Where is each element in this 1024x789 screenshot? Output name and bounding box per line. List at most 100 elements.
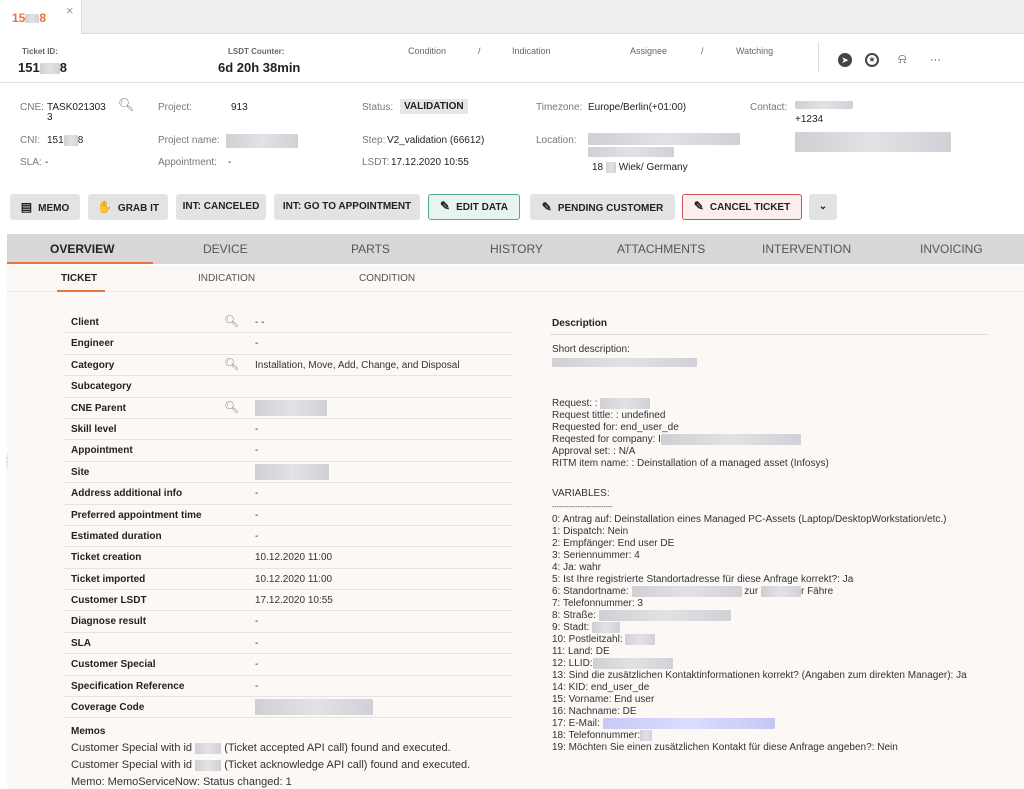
pencil-icon: ✎ [693,199,704,213]
contact-name [795,101,853,109]
star-icon[interactable]: ★ [865,53,879,67]
memo-button[interactable]: ▤ MEMO [10,194,80,220]
timezone-label: Timezone: [536,102,583,113]
desc-line: 5: Ist Ihre registrierte Standortadresse… [552,574,854,585]
lsdt-label: LSDT: [362,157,390,168]
tab-parts[interactable]: PARTS [351,242,390,256]
more-icon[interactable]: ··· [930,54,941,66]
subtab-ticket[interactable]: TICKET [61,273,97,284]
detail-row-customer-special: Customer Special - [64,654,512,676]
tab-device[interactable]: DEVICE [203,242,248,256]
indication-link[interactable]: Indication [512,46,551,56]
desc-line: 11: Land: DE [552,646,610,657]
desc-line: 1: Dispatch: Nein [552,526,629,537]
bell-icon[interactable]: ⍾ [898,51,907,67]
chevron-down-icon: ⌄ [818,201,828,212]
detail-row-ticket-imported: Ticket imported 10.12.2020 11:00 [64,569,512,591]
cne-label: CNE: [20,102,44,113]
detail-row-customer-lsdt: Customer LSDT 17.12.2020 10:55 [64,590,512,612]
desc-line: Request tittle: : undefined [552,410,666,421]
detail-row-coverage-code: Coverage Code [64,697,512,719]
timezone-value: Europe/Berlin(+01:00) [588,102,687,113]
short-description-label: Short description: [552,344,630,355]
watching-link[interactable]: Watching [736,46,773,56]
divider [550,334,988,335]
lsdt-counter-label: LSDT Counter: [228,47,285,56]
detail-row-skill-level: Skill level - [64,419,512,441]
pencil-icon: ✎ [440,199,451,213]
tab-attachments[interactable]: ATTACHMENTS [617,242,705,256]
pending-customer-button[interactable]: ✎ PENDING CUSTOMER [530,194,675,220]
detail-row-site: Site [64,462,512,484]
desc-line: 14: KID: end_user_de [552,682,650,693]
location-label: Location: [536,135,577,146]
desc-line: 12: LLID: [552,658,673,669]
edit-data-button[interactable]: ✎ EDIT DATA [428,194,520,220]
pencil-icon: ✎ [541,200,552,214]
detail-row-client: Client 🔍︎ - - [64,312,512,334]
search-icon[interactable]: 🔍︎ [224,357,239,371]
search-icon[interactable]: 🔍︎ [224,400,239,414]
step-value: V2_validation (66612) [387,135,485,146]
search-icon[interactable]: 🔍︎ [118,97,135,113]
desc-line: 16: Nachname: DE [552,706,637,717]
lsdt-counter-value: 6d 20h 38min [218,60,301,75]
desc-line: 9: Stadt: [552,622,621,633]
cni-value: 151 8 [47,135,84,147]
detail-row-ticket-creation: Ticket creation 10.12.2020 11:00 [64,547,512,569]
detail-row-subcategory: Subcategory [64,376,512,398]
detail-row-spec-reference: Specification Reference - [64,676,512,698]
play-icon[interactable]: ➤ [838,53,852,67]
tab-intervention[interactable]: INTERVENTION [762,242,851,256]
main-tabs: OVERVIEW DEVICE PARTS HISTORY ATTACHMENT… [7,234,1024,264]
detail-row-engineer: Engineer - [64,333,512,355]
desc-line: 17: E-Mail: [552,718,775,729]
cne-value[interactable]: TASK021303 [47,102,106,113]
ticket-details-table: Client 🔍︎ - - Engineer - Category 🔍︎ Installa… [64,312,512,719]
cancel-ticket-button[interactable]: ✎ CANCEL TICKET [682,194,802,220]
step-label: Step: [362,135,386,146]
tab-overview[interactable]: OVERVIEW [50,242,114,256]
int-canceled-button[interactable]: INT: CANCELED [176,194,266,220]
project-name-label: Project name: [158,135,220,146]
subtab-indication[interactable]: INDICATION [198,273,255,284]
search-icon[interactable]: 🔍︎ [224,314,239,328]
desc-line: 10: Postleitzahl: [552,634,656,645]
memos-title: Memos [71,726,106,737]
more-actions-button[interactable]: ⌄ [809,194,837,220]
location-city: 18 Wiek/ Germany [592,162,688,174]
variables-label: VARIABLES: [552,488,610,499]
assignee-link[interactable]: Assignee [630,46,667,56]
detail-row-appointment: Appointment - [64,440,512,462]
separator: / [478,46,481,56]
sla-label: SLA: [20,157,42,168]
resize-handle[interactable]: ⋮ ⋮ ⋮ [3,454,11,470]
subtab-condition[interactable]: CONDITION [359,273,415,284]
sla-value: - [45,157,49,168]
contact-phone: +1234 [795,114,824,125]
grab-it-button[interactable]: ✋ GRAB IT [88,194,168,220]
cni-label: CNI: [20,135,40,146]
tab-history[interactable]: HISTORY [490,242,543,256]
desc-line: RITM item name: : Deinstallation of a ma… [552,458,829,469]
int-go-to-appointment-button[interactable]: INT: GO TO APPOINTMENT [274,194,420,220]
tab-invoicing[interactable]: INVOICING [920,242,983,256]
close-icon[interactable]: × [66,3,74,18]
contact-details [795,132,951,152]
detail-row-address-info: Address additional info - [64,483,512,505]
condition-link[interactable]: Condition [408,46,446,56]
memo-entry: Memo: MemoServiceNow: Status changed: 1 [71,776,292,788]
detail-row-estimated-duration: Estimated duration - [64,526,512,548]
desc-line: Request: : [552,398,651,409]
project-value: 913 [231,102,248,113]
ticket-tab[interactable]: 15 8 × [0,0,82,34]
desc-line: 19: Möchten Sie einen zusätzlichen Konta… [552,742,898,753]
lsdt-value: 17.12.2020 10:55 [391,157,469,168]
desc-line: Reqested for company: I [552,434,801,445]
contact-label: Contact: [750,102,788,113]
desc-line: Approval set: : N/A [552,446,636,457]
appointment-label: Appointment: [158,157,217,168]
separator: / [701,46,704,56]
ticket-tab-label: 15 8 [12,11,47,25]
detail-row-cne-parent: CNE Parent 🔍︎ [64,398,512,419]
